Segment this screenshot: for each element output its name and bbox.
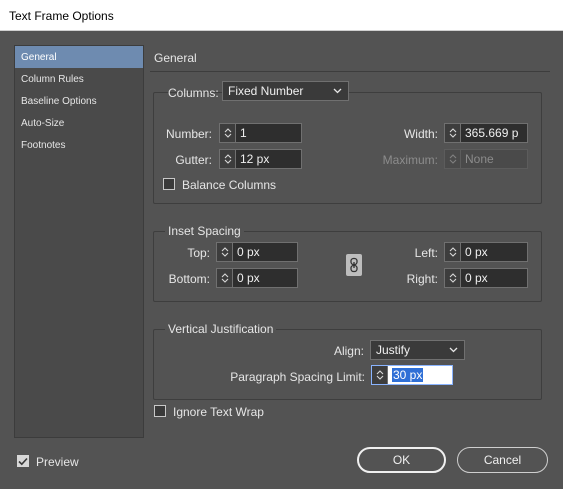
- vertical-justification-title: Vertical Justification: [165, 322, 277, 336]
- width-value: 365.669 p: [465, 126, 519, 140]
- vertical-justification-group: [153, 329, 542, 400]
- title-bar: Text Frame Options: [0, 0, 563, 31]
- sidebar-item-label: General: [21, 52, 57, 63]
- cancel-button[interactable]: Cancel: [457, 447, 548, 473]
- spacing-limit-label: Paragraph Spacing Limit:: [230, 370, 365, 384]
- inset-bottom-value: 0 px: [237, 271, 260, 285]
- align-label: Align:: [333, 344, 364, 358]
- sidebar-item-label: Baseline Options: [21, 96, 97, 107]
- maximum-stepper: None: [444, 149, 528, 169]
- inset-bottom-stepper[interactable]: 0 px: [216, 268, 298, 288]
- inset-top-value: 0 px: [237, 245, 260, 259]
- inset-left-label: Left:: [414, 246, 438, 260]
- width-stepper[interactable]: 365.669 p: [444, 123, 528, 143]
- columns-type-dropdown[interactable]: Fixed Number: [222, 81, 349, 101]
- sidebar-item-label: Footnotes: [21, 140, 66, 151]
- spacing-limit-stepper[interactable]: 30 px: [371, 365, 453, 385]
- maximum-label: Maximum:: [382, 153, 438, 167]
- gutter-stepper[interactable]: 12 px: [219, 149, 302, 169]
- inset-left-stepper[interactable]: 0 px: [444, 242, 528, 262]
- stepper-arrows-icon[interactable]: [217, 269, 233, 287]
- stepper-arrows-icon[interactable]: [372, 366, 388, 384]
- inset-top-label: Top:: [187, 246, 210, 260]
- sidebar-item-column-rules[interactable]: Column Rules: [15, 68, 143, 90]
- ignore-text-wrap-checkbox[interactable]: [154, 405, 166, 417]
- ok-button-label: OK: [392, 453, 411, 467]
- gutter-value: 12 px: [240, 152, 270, 166]
- chain-link-icon[interactable]: [346, 254, 362, 276]
- sidebar-item-general[interactable]: General: [15, 46, 143, 68]
- stepper-arrows-icon[interactable]: [445, 243, 461, 261]
- stepper-arrows-icon[interactable]: [220, 150, 236, 168]
- section-divider: [150, 71, 550, 72]
- cancel-button-label: Cancel: [483, 453, 522, 467]
- gutter-label: Gutter:: [175, 153, 212, 167]
- ignore-text-wrap-label: Ignore Text Wrap: [173, 405, 264, 419]
- stepper-arrows-icon[interactable]: [445, 124, 461, 142]
- stepper-arrows-icon[interactable]: [220, 124, 236, 142]
- number-label: Number:: [165, 127, 212, 141]
- stepper-arrows-icon: [445, 150, 461, 168]
- ok-button[interactable]: OK: [357, 447, 446, 473]
- inset-spacing-title: Inset Spacing: [165, 224, 244, 238]
- inset-left-value: 0 px: [465, 245, 488, 259]
- maximum-value: None: [465, 152, 494, 166]
- stepper-arrows-icon[interactable]: [445, 269, 461, 287]
- chevron-down-icon: [449, 347, 458, 353]
- sidebar-item-auto-size[interactable]: Auto-Size: [15, 112, 143, 134]
- balance-columns-checkbox[interactable]: [163, 178, 175, 190]
- category-sidebar: General Column Rules Baseline Options Au…: [14, 45, 144, 438]
- inset-top-stepper[interactable]: 0 px: [216, 242, 298, 262]
- chevron-down-icon: [333, 88, 342, 94]
- balance-columns-label: Balance Columns: [182, 178, 277, 192]
- sidebar-item-label: Auto-Size: [21, 118, 65, 129]
- align-value: Justify: [376, 343, 411, 357]
- columns-type-value: Fixed Number: [228, 84, 304, 98]
- columns-label: Columns:: [168, 86, 219, 100]
- sidebar-item-footnotes[interactable]: Footnotes: [15, 134, 143, 156]
- checkmark-icon: [18, 457, 28, 465]
- window-title: Text Frame Options: [9, 9, 114, 23]
- section-title: General: [154, 51, 197, 65]
- sidebar-item-label: Column Rules: [21, 74, 84, 85]
- stepper-arrows-icon[interactable]: [217, 243, 233, 261]
- spacing-limit-value[interactable]: 30 px: [388, 366, 452, 384]
- preview-label: Preview: [36, 455, 79, 469]
- inset-bottom-label: Bottom:: [168, 272, 210, 286]
- inset-right-value: 0 px: [465, 271, 488, 285]
- selected-text: 30 px: [392, 368, 424, 382]
- number-value: 1: [240, 126, 247, 140]
- inset-right-stepper[interactable]: 0 px: [444, 268, 528, 288]
- number-stepper[interactable]: 1: [219, 123, 302, 143]
- width-label: Width:: [403, 127, 438, 141]
- sidebar-item-baseline-options[interactable]: Baseline Options: [15, 90, 143, 112]
- align-dropdown[interactable]: Justify: [370, 340, 465, 360]
- preview-checkbox[interactable]: [17, 455, 29, 467]
- inset-right-label: Right:: [406, 272, 438, 286]
